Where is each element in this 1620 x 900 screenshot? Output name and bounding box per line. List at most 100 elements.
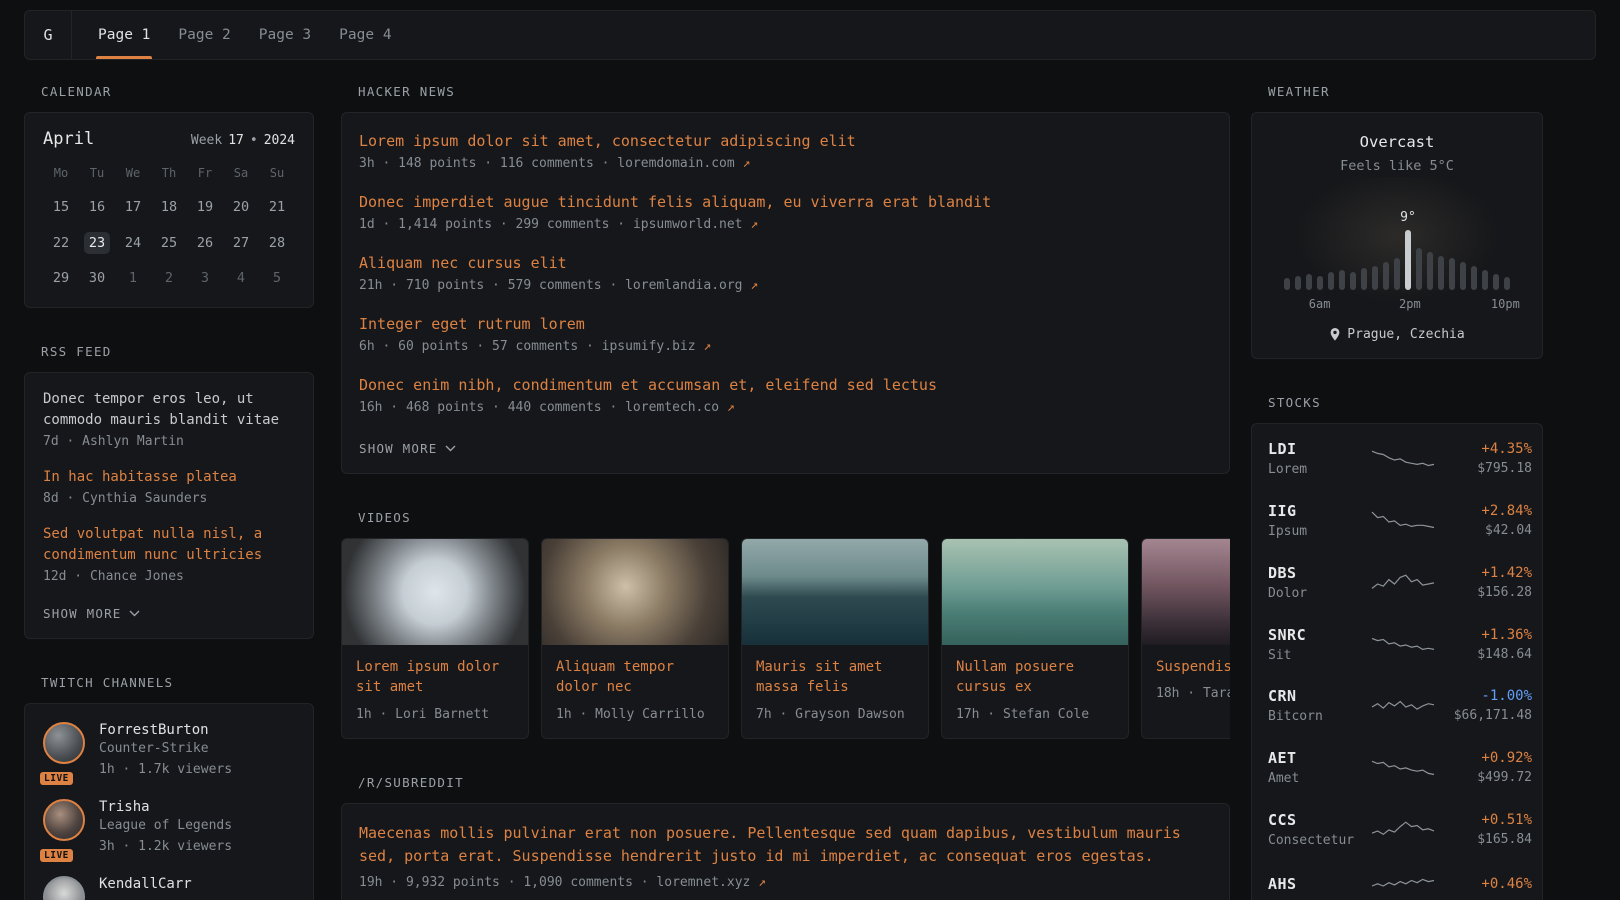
channel-viewers: 1h · 1.7k viewers [99, 761, 232, 780]
stocks-widget: LDILorem+4.35%$795.18IIGIpsum+2.84%$42.0… [1251, 423, 1543, 900]
section-label-weather: WEATHER [1268, 84, 1543, 99]
twitch-channel[interactable]: KendallCarr [43, 876, 295, 900]
video-title[interactable]: Lorem ipsum dolor sit amet consectetu… [356, 657, 514, 698]
story-domain-link[interactable]: loremdomain.com [617, 156, 742, 171]
video-meta: 17h · Stefan Cole [956, 706, 1114, 725]
stock-change: +4.35% [1436, 441, 1532, 457]
weather-bar [1493, 274, 1499, 290]
calendar-day: 19 [187, 196, 223, 218]
channel-game: League of Legends [99, 817, 232, 836]
video-title[interactable]: Mauris sit amet massa felis [756, 657, 914, 698]
stock-sparkline [1370, 873, 1436, 899]
section-label-subreddit: /R/SUBREDDIT [358, 775, 1230, 790]
stock-values: +4.35%$795.18 [1436, 441, 1532, 479]
story-title[interactable]: Lorem ipsum dolor sit amet, consectetur … [359, 131, 1212, 152]
twitch-channel[interactable]: LIVEForrestBurtonCounter-Strike1h · 1.7k… [43, 722, 295, 780]
story-title[interactable]: Aliquam nec cursus elit [359, 253, 1212, 274]
rss-item-title[interactable]: In hac habitasse platea [43, 467, 295, 488]
hn-stories: Lorem ipsum dolor sit amet, consectetur … [359, 131, 1212, 415]
story-domain-link[interactable]: loremtech.co [625, 400, 727, 415]
channel-name[interactable]: Trisha [99, 799, 232, 815]
app-logo[interactable]: G [25, 11, 72, 59]
video-body: Lorem ipsum dolor sit amet consectetu…1h… [342, 645, 528, 738]
video-thumbnail[interactable] [942, 539, 1128, 645]
weather-widget: Overcast Feels like 5°C 9° 6am2pm10pm Pr… [1251, 112, 1543, 359]
story-title[interactable]: Integer eget rutrum lorem [359, 314, 1212, 335]
weather-time-label: 6am [1309, 297, 1331, 311]
story: Aliquam nec cursus elit21h · 710 points … [359, 253, 1212, 293]
stock-symbol: AET [1268, 749, 1370, 767]
twitch-channel[interactable]: LIVETrishaLeague of Legends3h · 1.2k vie… [43, 799, 295, 857]
calendar-day: 26 [187, 232, 223, 254]
channel-name[interactable]: KendallCarr [99, 876, 192, 892]
story-title[interactable]: Donec enim nibh, condimentum et accumsan… [359, 375, 1212, 396]
stock-chart [1370, 447, 1436, 473]
story-domain-link[interactable]: ipsumify.biz [602, 339, 704, 354]
stock-identity: AET Amet [1268, 749, 1370, 789]
video-thumbnail[interactable] [1142, 539, 1230, 645]
video-thumbnail[interactable] [542, 539, 728, 645]
story: Donec enim nibh, condimentum et accumsan… [359, 375, 1212, 415]
stock-name: Bitcorn [1268, 708, 1370, 727]
video-title[interactable]: Aliquam tempor dolor nec pharetra… [556, 657, 714, 698]
twitch-list: LIVEForrestBurtonCounter-Strike1h · 1.7k… [43, 722, 295, 900]
show-more-button[interactable]: SHOW MORE [359, 441, 456, 456]
stock-identity: CCSConsectetur [1268, 811, 1370, 851]
story-title[interactable]: Donec imperdiet augue tincidunt felis al… [359, 192, 1212, 213]
channel-info: TrishaLeague of Legends3h · 1.2k viewers [99, 799, 232, 857]
weather-bar [1460, 262, 1466, 290]
stock-values: -1.00%$66,171.48 [1436, 688, 1532, 726]
channel-name[interactable]: ForrestBurton [99, 722, 232, 738]
story-domain-link[interactable]: ipsumworld.net [633, 217, 750, 232]
post-domain-link[interactable]: loremnet.xyz [656, 875, 758, 890]
calendar-header: April Week 17 • 2024 [43, 129, 295, 149]
rss-item: In hac habitasse platea8d · Cynthia Saun… [43, 467, 295, 509]
weather-bar [1350, 272, 1356, 290]
rss-item: Sed volutpat nulla nisl, a condimentum n… [43, 524, 295, 587]
show-more-button[interactable]: SHOW MORE [43, 606, 140, 621]
stock-values: +0.92%$499.72 [1436, 750, 1532, 788]
weather-highlight-temp: 9° [1400, 210, 1416, 225]
calendar-month: April [43, 129, 94, 149]
stock-name: Amet [1268, 770, 1370, 789]
twitch-section: TWITCH CHANNELS LIVEForrestBurtonCounter… [24, 675, 314, 900]
show-more-label: SHOW MORE [359, 441, 438, 456]
calendar-separator: • [250, 133, 258, 148]
tab-page-2[interactable]: Page 2 [176, 11, 232, 59]
stock-change: +2.84% [1436, 503, 1532, 519]
tab-page-4[interactable]: Page 4 [337, 11, 393, 59]
middle-column: HACKER NEWS Lorem ipsum dolor sit amet, … [341, 84, 1230, 900]
tab-page-1[interactable]: Page 1 [96, 11, 152, 59]
reddit-post: Maecenas mollis pulvinar erat non posuer… [359, 822, 1212, 891]
video-thumbnail[interactable] [742, 539, 928, 645]
tab-page-3[interactable]: Page 3 [257, 11, 313, 59]
right-column: WEATHER Overcast Feels like 5°C 9° 6am2p… [1251, 84, 1543, 900]
story: Donec imperdiet augue tincidunt felis al… [359, 192, 1212, 232]
calendar-day: 16 [79, 196, 115, 218]
video-thumbnail[interactable] [342, 539, 528, 645]
calendar-day-header: Sa [223, 163, 259, 183]
calendar-section: CALENDAR April Week 17 • 2024 MoTuWeThFr… [24, 84, 314, 308]
calendar-day-header: Su [259, 163, 295, 183]
video-title[interactable]: Nullam posuere cursus ex [956, 657, 1114, 698]
subreddit-widget: Maecenas mollis pulvinar erat non posuer… [341, 803, 1230, 900]
video-title[interactable]: Suspendisse diam [1156, 657, 1230, 677]
weather-bar [1295, 276, 1301, 290]
calendar-day: 1 [115, 267, 151, 289]
rss-item-title[interactable]: Donec tempor eros leo, ut commodo mauris… [43, 389, 295, 431]
story-domain-link[interactable]: loremlandia.org [625, 278, 750, 293]
stock-symbol: SNRC [1268, 626, 1370, 644]
post-title[interactable]: Maecenas mollis pulvinar erat non posuer… [359, 822, 1212, 869]
rss-item-title[interactable]: Sed volutpat nulla nisl, a condimentum n… [43, 524, 295, 566]
weather-section: WEATHER Overcast Feels like 5°C 9° 6am2p… [1251, 84, 1543, 359]
stock-price: $156.28 [1436, 584, 1532, 603]
channel-game: Counter-Strike [99, 740, 232, 759]
video-meta: 18h · Tara [1156, 685, 1230, 704]
calendar-grid: MoTuWeThFrSaSu15161718192021222324252627… [43, 163, 295, 289]
weather-bar [1372, 266, 1378, 290]
weather-time-label: 10pm [1491, 297, 1520, 311]
stock-name: Consectetur [1268, 832, 1370, 851]
calendar-widget: April Week 17 • 2024 MoTuWeThFrSaSu15161… [24, 112, 314, 308]
stock-row: AETAmet+0.92%$499.72 [1268, 738, 1526, 800]
avatar-image [43, 876, 85, 900]
